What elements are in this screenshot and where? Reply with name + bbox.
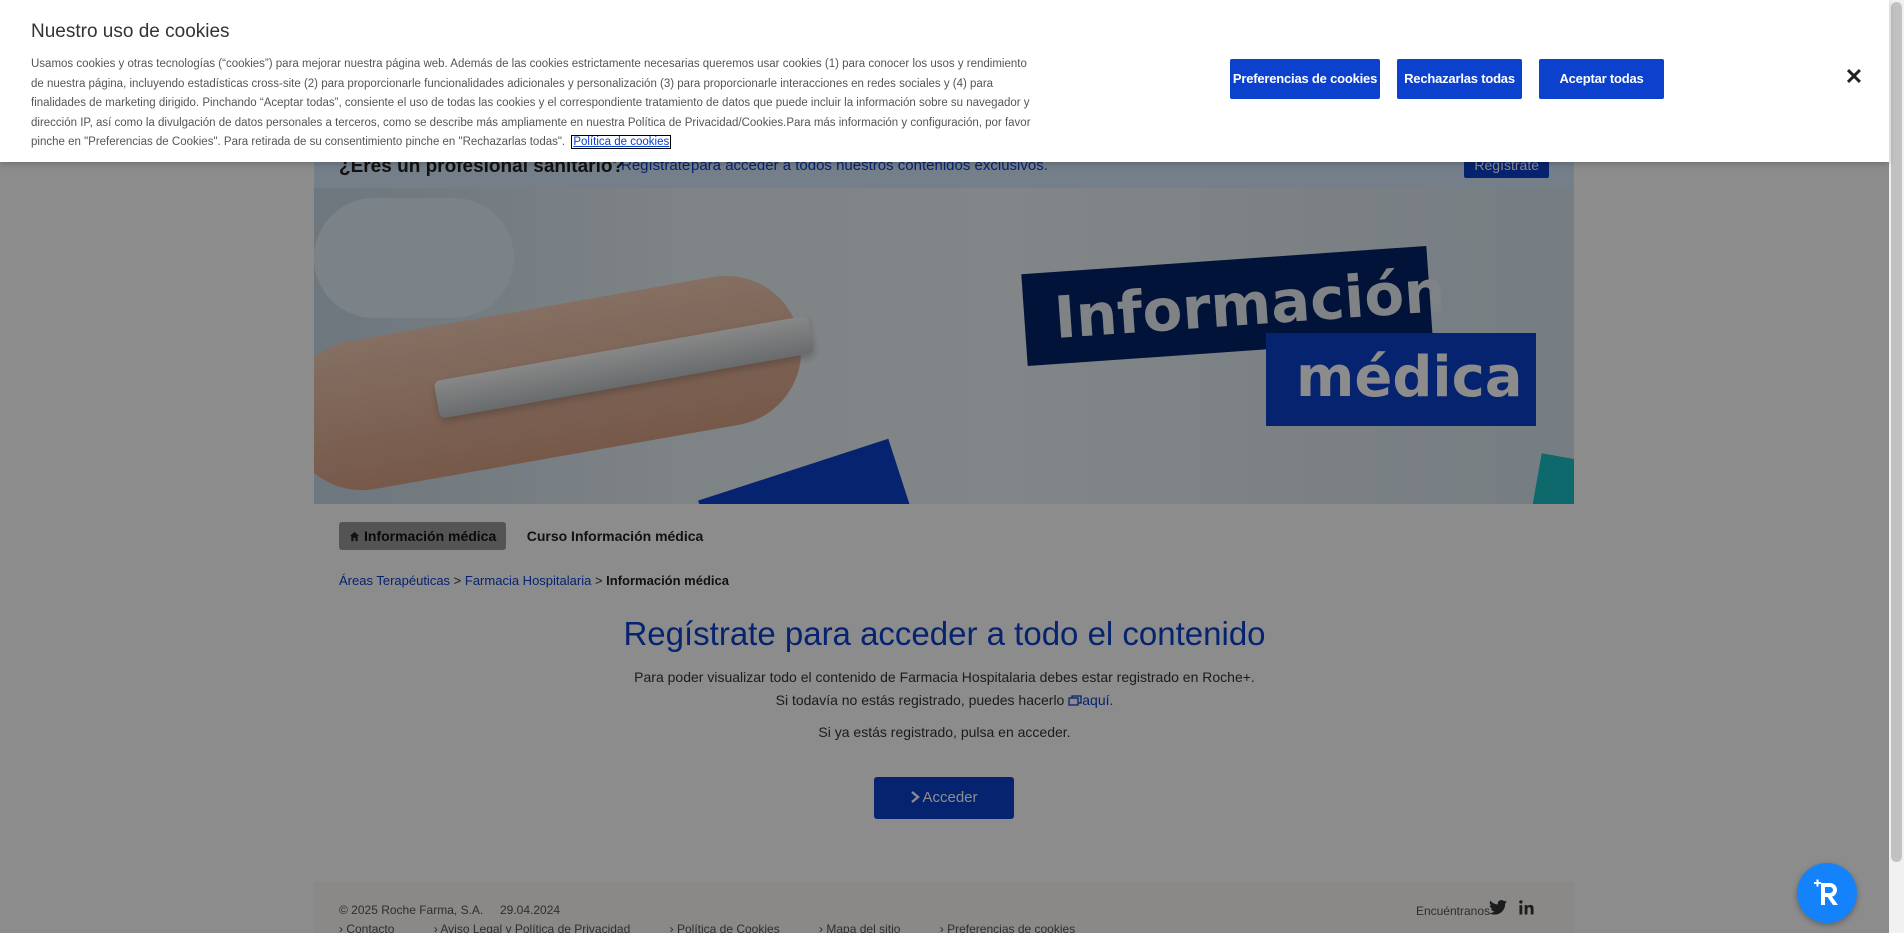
close-icon[interactable]: ✕ [1843, 66, 1865, 88]
cookie-banner-title: Nuestro uso de cookies [31, 21, 230, 42]
cookie-reject-all-button[interactable]: Rechazarlas todas [1397, 59, 1522, 99]
cookie-banner-text: Usamos cookies y otras tecnologías (“coo… [31, 55, 1031, 153]
roche-assistant-button[interactable] [1797, 863, 1857, 923]
cookie-policy-link[interactable]: Política de cookies [571, 135, 672, 149]
cookie-banner: Nuestro uso de cookies Usamos cookies y … [0, 0, 1889, 162]
cookie-preferences-button[interactable]: Preferencias de cookies [1230, 59, 1380, 99]
vertical-scrollbar[interactable] [1889, 0, 1904, 933]
roche-plus-icon [1814, 879, 1838, 905]
cookie-banner-body: Usamos cookies y otras tecnologías (“coo… [31, 58, 1031, 148]
cookie-accept-all-button[interactable]: Aceptar todas [1539, 59, 1664, 99]
scrollbar-thumb[interactable] [1891, 2, 1902, 862]
